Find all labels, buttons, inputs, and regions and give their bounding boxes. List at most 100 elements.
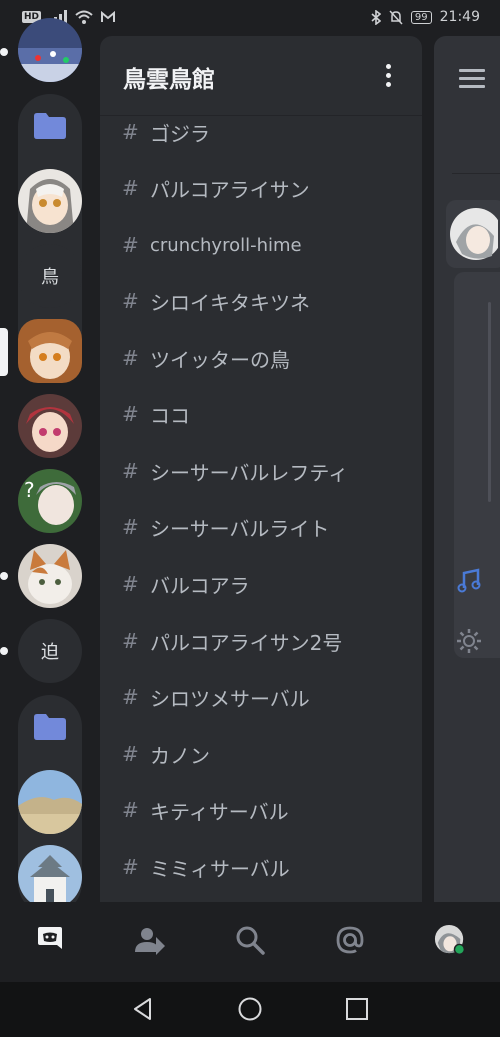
clock: 21:49	[439, 9, 480, 25]
folder-icon	[34, 113, 66, 139]
channel-name: crunchyroll-hime	[150, 234, 302, 256]
channel-item[interactable]: # ココ	[122, 394, 190, 434]
friends-icon[interactable]	[134, 924, 166, 956]
server-rail: 鳥 ? 迫	[0, 18, 98, 915]
search-icon[interactable]	[234, 924, 266, 956]
server-icon-sako-text[interactable]: 迫	[18, 619, 82, 683]
chat-panel-peek[interactable]	[434, 36, 500, 902]
castle-avatar	[18, 845, 82, 909]
hash-icon: #	[122, 742, 139, 766]
hash-icon: #	[122, 346, 139, 370]
channel-name: ミミィサーバル	[150, 856, 290, 881]
landscape-avatar	[18, 770, 82, 834]
hash-icon: #	[122, 855, 139, 879]
channel-name: パルコアライサン	[150, 177, 310, 202]
progress-track[interactable]	[488, 302, 491, 502]
server-icon-stadium[interactable]	[18, 18, 82, 82]
online-status-icon	[455, 945, 464, 954]
mute-bell-icon	[389, 9, 403, 25]
hash-icon: #	[122, 402, 139, 426]
profile-avatar[interactable]	[434, 924, 466, 956]
folder-toggle-1[interactable]	[18, 94, 82, 158]
unread-indicator	[0, 48, 8, 56]
owl-girl-avatar	[18, 169, 82, 233]
message-card	[446, 200, 500, 268]
channel-name: パルコアライサン2号	[150, 630, 343, 655]
channel-item[interactable]: # ゴジラ	[122, 112, 210, 152]
channel-item[interactable]: # パルコアライサン	[122, 168, 310, 208]
hash-icon: #	[122, 685, 139, 709]
eagle-owl-avatar	[18, 319, 82, 383]
channel-name: ココ	[150, 403, 190, 428]
channel-name: カノン	[150, 743, 210, 768]
unread-indicator	[0, 572, 8, 580]
server-header[interactable]: 鳥雲鳥館	[100, 36, 422, 116]
server-icon-owl[interactable]	[18, 169, 82, 233]
channel-item[interactable]: # シロツメサーバル	[122, 677, 310, 717]
mentions-icon[interactable]	[334, 924, 366, 956]
music-note-icon[interactable]	[456, 568, 482, 594]
channel-item[interactable]: # ツイッターの鳥	[122, 338, 290, 378]
recents-icon[interactable]	[344, 996, 370, 1022]
system-nav-bar	[0, 982, 500, 1037]
bluetooth-icon	[371, 9, 381, 25]
channel-item[interactable]: # シロイキタキツネ	[122, 281, 310, 321]
channel-name: キティサーバル	[150, 799, 289, 824]
channel-item[interactable]: # パルコアライサン2号	[122, 621, 342, 661]
hash-icon: #	[122, 176, 139, 200]
channel-name: バルコアラ	[150, 573, 250, 598]
channel-name: シロツメサーバル	[150, 686, 310, 711]
hash-icon: #	[122, 233, 139, 257]
channel-item[interactable]: # ミミィサーバル	[122, 847, 290, 887]
hash-icon: #	[122, 289, 139, 313]
channel-name: シーサーバルライト	[150, 516, 330, 541]
more-options-icon[interactable]	[386, 64, 392, 90]
channel-name: ツイッターの鳥	[150, 347, 290, 372]
folder-toggle-2[interactable]	[18, 695, 82, 759]
wifi-icon	[75, 10, 93, 24]
channel-item[interactable]: # キティサーバル	[122, 790, 289, 830]
home-icon[interactable]	[237, 996, 263, 1022]
server-icon-cat[interactable]	[18, 544, 82, 608]
hash-icon: #	[122, 515, 139, 539]
discord-home-icon[interactable]	[34, 924, 66, 956]
server-letter-sako: 迫	[41, 642, 59, 663]
channel-item[interactable]: # シーサーバルレフティ	[122, 451, 348, 491]
svg-text:?: ?	[24, 478, 35, 502]
cat-avatar	[18, 544, 82, 608]
hash-icon: #	[122, 629, 139, 653]
red-girl-avatar	[18, 394, 82, 458]
status-right: 99 21:49	[371, 9, 480, 25]
unread-indicator	[0, 647, 8, 655]
selected-indicator	[0, 328, 8, 376]
back-icon[interactable]	[130, 996, 156, 1022]
hash-icon: #	[122, 572, 139, 596]
server-icon-castle[interactable]	[18, 845, 82, 909]
server-letter-bird: 鳥	[41, 267, 59, 288]
server-icon-selected-eagle-owl[interactable]	[18, 319, 82, 383]
gmail-icon	[101, 11, 116, 22]
server-icon-grey-girl[interactable]: ?	[18, 469, 82, 533]
channel-item[interactable]: # カノン	[122, 734, 210, 774]
channel-item[interactable]: # バルコアラ	[122, 564, 250, 604]
stadium-avatar	[18, 18, 82, 82]
server-icon-red-girl[interactable]	[18, 394, 82, 458]
bottom-nav	[0, 902, 500, 982]
folder-icon	[34, 714, 66, 740]
channel-name: シーサーバルレフティ	[150, 460, 349, 485]
channel-item[interactable]: # crunchyroll-hime	[122, 225, 302, 265]
channel-item[interactable]: # シーサーバルライト	[122, 507, 329, 547]
gear-icon[interactable]	[456, 628, 482, 654]
hash-icon: #	[122, 459, 139, 483]
media-player-card	[454, 272, 500, 658]
message-avatar	[450, 208, 498, 260]
channel-name: シロイキタキツネ	[150, 290, 310, 315]
server-icon-landscape[interactable]	[18, 770, 82, 834]
server-icon-bird-text[interactable]: 鳥	[18, 244, 82, 308]
battery-indicator: 99	[410, 10, 432, 24]
hamburger-menu-icon[interactable]	[459, 69, 485, 93]
hash-icon: #	[122, 120, 139, 144]
grey-girl-avatar: ?	[18, 469, 82, 533]
channel-name: ゴジラ	[150, 121, 210, 146]
channel-panel: 鳥雲鳥館 # ゴジラ # パルコアライサン # crunchyroll-hime # シ…	[100, 36, 422, 902]
